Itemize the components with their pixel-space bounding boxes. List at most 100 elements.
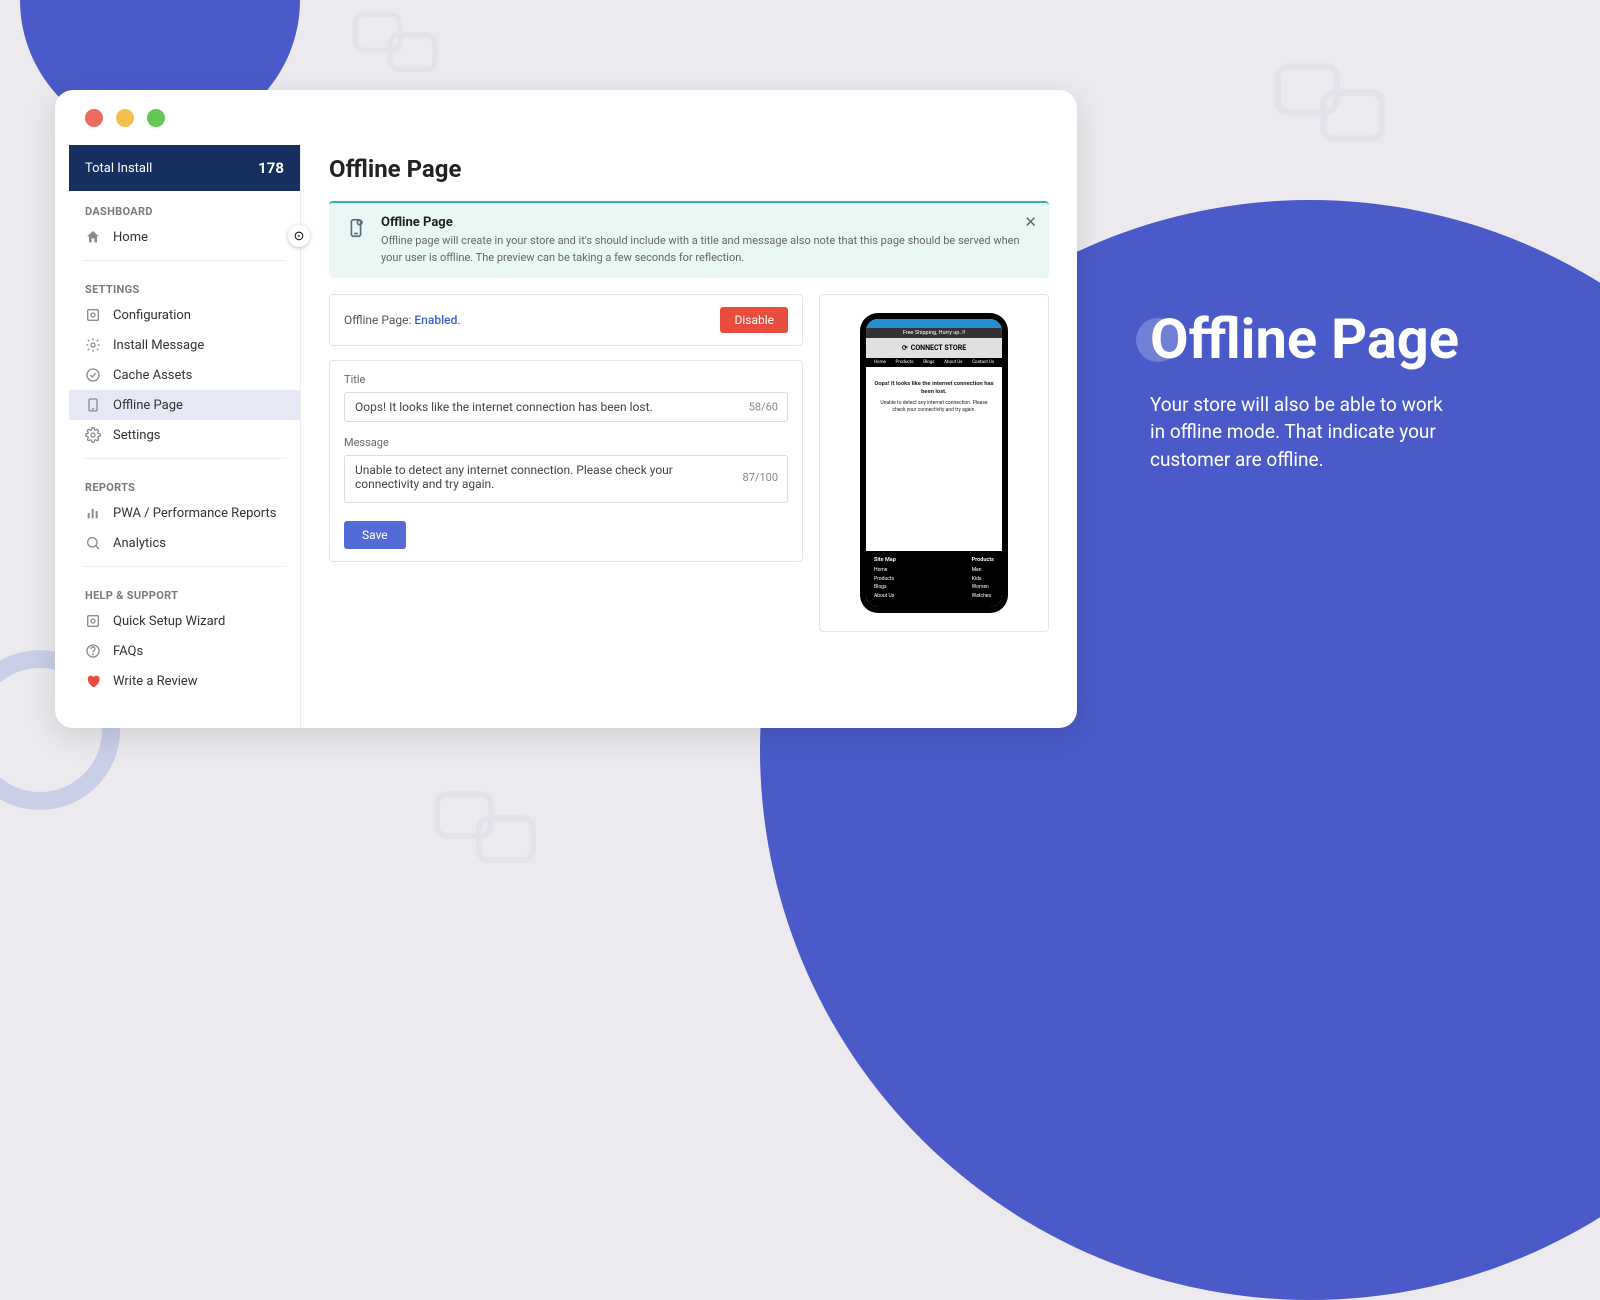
footer-link: Watches: [972, 593, 994, 599]
phone-offline-msg: Unable to detect any internet connection…: [874, 400, 994, 413]
close-window-icon[interactable]: [85, 109, 103, 127]
status-label: Offline Page:: [344, 313, 414, 327]
phone-nav: Home Products Blogs About Us Contact Us: [866, 358, 1002, 367]
nav-quick-setup[interactable]: Quick Setup Wizard: [69, 606, 300, 636]
brand-icon: ⟳: [902, 344, 908, 352]
save-button[interactable]: Save: [344, 521, 406, 549]
disable-button[interactable]: Disable: [720, 307, 788, 333]
sidebar: Total Install 178 ⊙ DASHBOARD Home SETTI…: [69, 145, 301, 728]
offline-icon: [85, 397, 101, 413]
gear-icon: [85, 337, 101, 353]
message-input[interactable]: [344, 455, 788, 503]
app-window: Total Install 178 ⊙ DASHBOARD Home SETTI…: [55, 90, 1077, 728]
footer-link: Men: [972, 567, 994, 573]
nav-label: Analytics: [113, 536, 166, 551]
footer-link: Women: [972, 584, 994, 590]
banner-text: Offline page will create in your store a…: [381, 233, 1033, 266]
nav-label: PWA / Performance Reports: [113, 506, 276, 521]
brand-text: CONNECT STORE: [911, 344, 966, 352]
main-content: Offline Page Offline Page Offline page w…: [301, 145, 1077, 728]
nav-cache-assets[interactable]: Cache Assets: [69, 360, 300, 390]
nav-settings[interactable]: Settings: [69, 420, 300, 450]
analytics-icon: [85, 535, 101, 551]
phone-offline-title: Oops! It looks like the internet connect…: [874, 381, 994, 396]
slide-description: Offline Page Your store will also be abl…: [1150, 310, 1460, 473]
minimize-window-icon[interactable]: [116, 109, 134, 127]
footer-link: About Us: [874, 593, 896, 599]
home-icon: [85, 229, 101, 245]
chain-icon: [1270, 60, 1390, 149]
phone-content: Oops! It looks like the internet connect…: [866, 367, 1002, 551]
phone-nav-item: Home: [874, 360, 886, 365]
phone-nav-item: About Us: [944, 360, 962, 365]
install-label: Total Install: [85, 161, 152, 176]
nav-label: Quick Setup Wizard: [113, 614, 225, 629]
phone-statusbar: [866, 319, 1002, 328]
nav-home[interactable]: Home: [69, 222, 300, 252]
nav-write-review[interactable]: Write a Review: [69, 666, 300, 696]
footer-heading: Site Map: [874, 557, 896, 563]
install-count-badge: Total Install 178: [69, 145, 300, 191]
phone-promo: Free Shipping, Hurry up..!!: [866, 328, 1002, 338]
title-char-count: 58/60: [749, 401, 778, 414]
phone-brand: ⟳ CONNECT STORE: [866, 338, 1002, 358]
wizard-icon: [85, 613, 101, 629]
status-text: Offline Page: Enabled.: [344, 313, 461, 327]
message-char-count: 87/100: [743, 471, 778, 484]
chain-icon: [430, 788, 540, 870]
device-icon: [345, 217, 367, 239]
nav-configuration[interactable]: Configuration: [69, 300, 300, 330]
install-count: 178: [258, 159, 284, 177]
section-dashboard: DASHBOARD: [69, 191, 300, 222]
nav-faqs[interactable]: FAQs: [69, 636, 300, 666]
settings-icon: [85, 427, 101, 443]
footer-link: Kids: [972, 576, 994, 582]
nav-install-message[interactable]: Install Message: [69, 330, 300, 360]
form-card: Title 58/60 Message 87/100 Save: [329, 360, 803, 562]
banner-title: Offline Page: [381, 215, 1033, 230]
chart-icon: [85, 505, 101, 521]
slide-body: Your store will also be able to work in …: [1150, 391, 1460, 474]
status-card: Offline Page: Enabled. Disable: [329, 294, 803, 346]
section-reports: REPORTS: [69, 467, 300, 498]
section-settings: SETTINGS: [69, 269, 300, 300]
close-icon: ✕: [1024, 213, 1037, 231]
nav-label: Write a Review: [113, 674, 198, 689]
page-title: Offline Page: [329, 155, 1049, 183]
nav-label: Configuration: [113, 308, 191, 323]
phone-nav-item: Blogs: [923, 360, 934, 365]
preview-card: Free Shipping, Hurry up..!! ⟳ CONNECT ST…: [819, 294, 1049, 632]
maximize-window-icon[interactable]: [147, 109, 165, 127]
nav-label: Install Message: [113, 338, 204, 353]
collapse-sidebar-button[interactable]: ⊙: [288, 225, 310, 247]
footer-link: Blogs: [874, 584, 896, 590]
nav-label: Home: [113, 230, 148, 245]
message-label: Message: [344, 436, 788, 449]
heart-icon: [85, 673, 101, 689]
nav-pwa-reports[interactable]: PWA / Performance Reports: [69, 498, 300, 528]
nav-analytics[interactable]: Analytics: [69, 528, 300, 558]
phone-nav-item: Contact Us: [972, 360, 994, 365]
section-help: HELP & SUPPORT: [69, 575, 300, 606]
close-banner-button[interactable]: ✕: [1024, 213, 1037, 231]
footer-link: Home: [874, 567, 896, 573]
title-input[interactable]: [344, 392, 788, 422]
phone-preview: Free Shipping, Hurry up..!! ⟳ CONNECT ST…: [860, 313, 1008, 613]
status-value: Enabled: [414, 313, 457, 327]
footer-link: Products: [874, 576, 896, 582]
question-icon: [85, 643, 101, 659]
footer-heading: Products: [972, 557, 994, 563]
nav-label: Cache Assets: [113, 368, 192, 383]
slide-title: Offline Page: [1150, 310, 1460, 369]
chain-icon: [350, 10, 440, 79]
nav-label: Offline Page: [113, 398, 183, 413]
nav-offline-page[interactable]: Offline Page: [69, 390, 300, 420]
info-banner: Offline Page Offline page will create in…: [329, 201, 1049, 278]
divider: [83, 260, 286, 261]
divider: [83, 458, 286, 459]
divider: [83, 566, 286, 567]
titlebar: [55, 90, 1077, 145]
phone-footer: Site Map Home Products Blogs About Us Pr…: [866, 551, 1002, 607]
arrow-left-icon: ⊙: [294, 229, 305, 244]
nav-label: Settings: [113, 428, 160, 443]
